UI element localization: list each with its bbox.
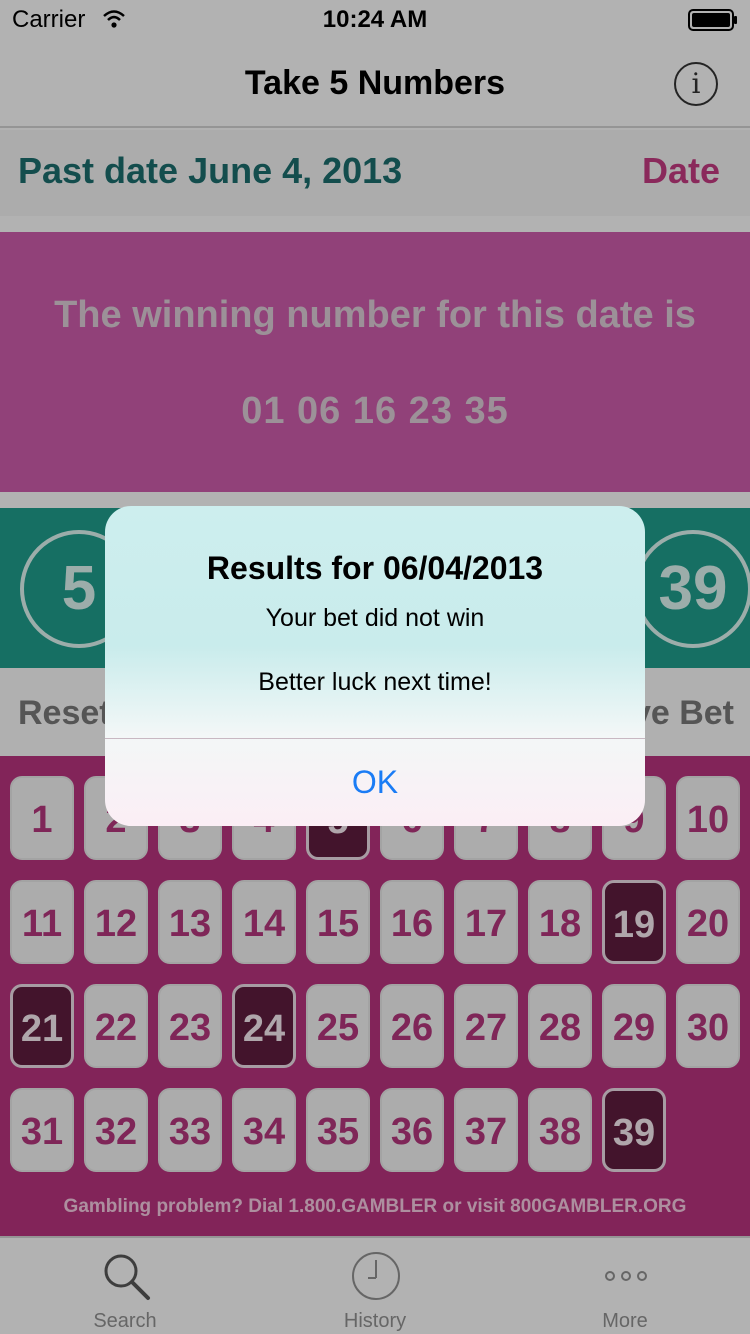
alert-message: Your bet did not win <box>265 604 485 632</box>
results-alert: Results for 06/04/2013 Your bet did not … <box>105 506 645 826</box>
alert-title: Results for 06/04/2013 <box>206 550 544 586</box>
ok-button[interactable]: OK <box>105 739 645 826</box>
alert-message: Better luck next time! <box>258 668 492 696</box>
